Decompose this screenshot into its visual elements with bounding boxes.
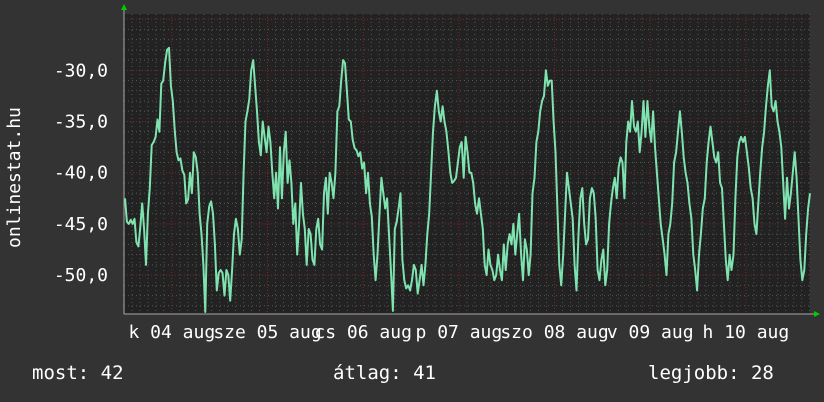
stat-average: átlag: 41	[333, 362, 436, 384]
y-tick-label: -40,0	[54, 163, 108, 184]
y-tick-label: -35,0	[54, 112, 108, 133]
y-axis-arrow	[121, 4, 127, 10]
x-tick-label: k 04 aug	[128, 322, 215, 343]
x-axis-arrow	[814, 311, 820, 317]
y-axis-label: onlinestat.hu	[4, 107, 25, 248]
stat-best: legjobb: 28	[648, 362, 774, 384]
y-tick-label: -50,0	[54, 265, 108, 286]
y-tick-label: -30,0	[54, 60, 108, 81]
chart: -30,0 -35,0 -40,0 -45,0 -50,0 k 04 augsze 05…	[4, 4, 820, 343]
stat-current: most: 42	[32, 362, 124, 384]
x-tick-label: h 10 aug	[703, 322, 790, 343]
x-tick-label: p 07 aug	[416, 322, 503, 343]
x-tick-label: cs 06 aug	[314, 322, 412, 343]
x-axis-ticks: k 04 augsze 05 augcs 06 aug p 07 augszo 0…	[128, 322, 789, 343]
x-tick-label: sze 05 aug	[213, 322, 321, 343]
x-tick-label: v 09 aug	[607, 322, 694, 343]
y-tick-label: -45,0	[54, 214, 108, 235]
y-axis-ticks: -30,0 -35,0 -40,0 -45,0 -50,0	[54, 60, 108, 286]
x-tick-label: szo 08 aug	[500, 322, 608, 343]
